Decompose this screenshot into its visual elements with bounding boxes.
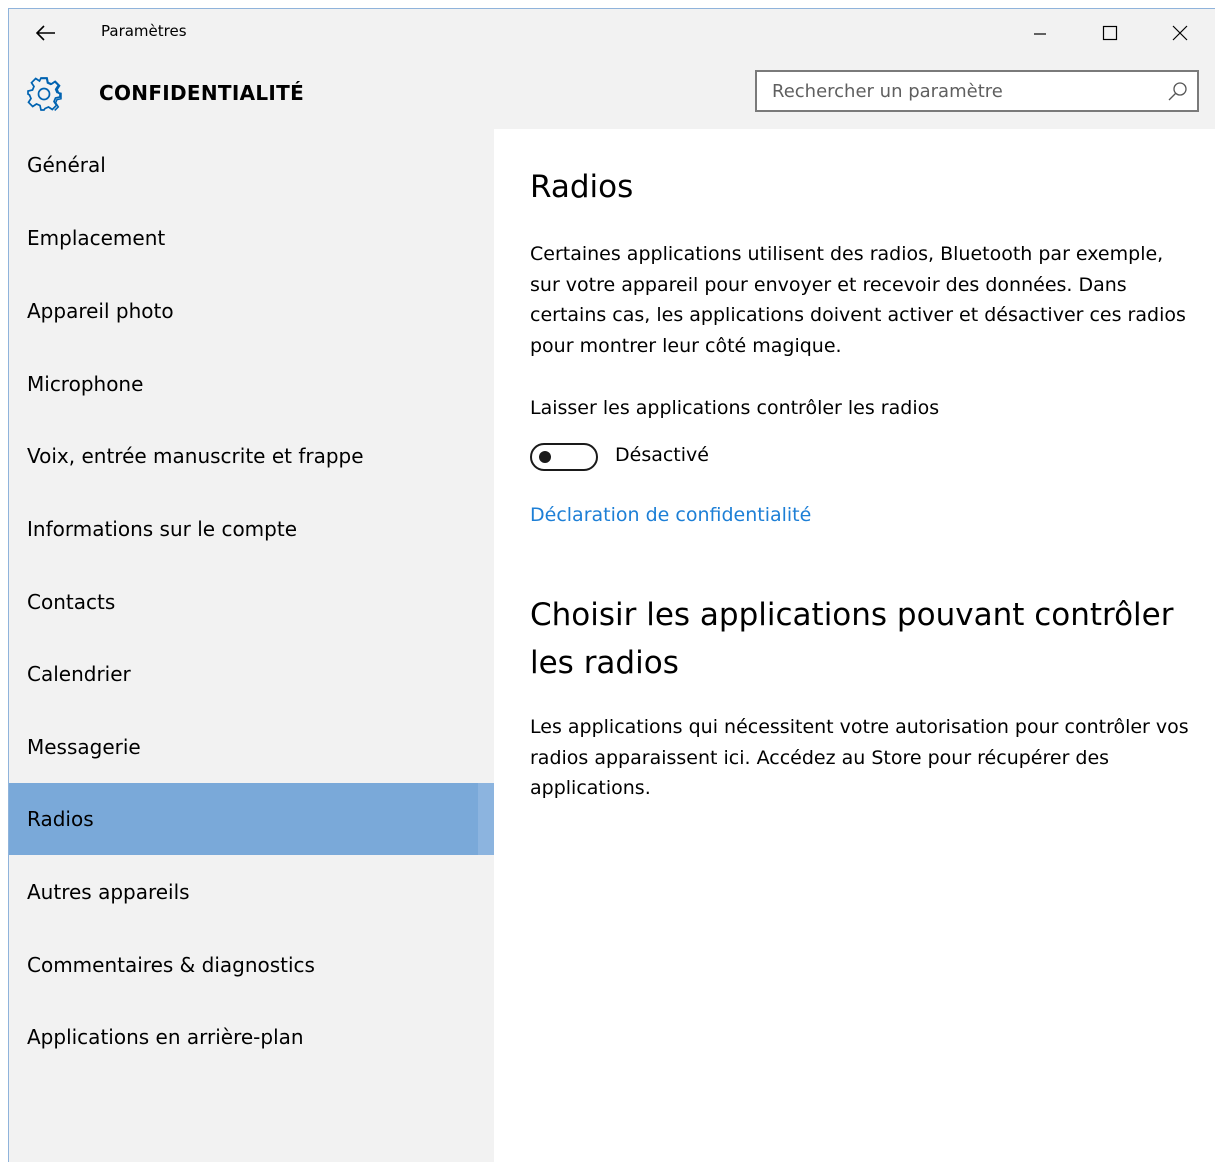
apps-heading: Choisir les applications pouvant contrôl… — [530, 597, 1174, 681]
radios-toggle[interactable] — [530, 443, 598, 471]
sidebar-item-microphone[interactable]: Microphone — [9, 348, 494, 420]
privacy-statement-link[interactable]: Déclaration de confidentialité — [530, 504, 811, 526]
sidebar-item-camera[interactable]: Appareil photo — [9, 275, 494, 347]
arrow-left-icon — [36, 25, 55, 41]
sidebar-item-label: Calendrier — [27, 662, 131, 686]
minimize-button[interactable] — [1005, 9, 1075, 57]
apps-description: Les applications qui nécessitent votre a… — [530, 716, 1189, 799]
window-title: Paramètres — [101, 22, 187, 40]
sidebar-item-label: Voix, entrée manuscrite et frappe — [27, 444, 364, 468]
search-box[interactable] — [755, 70, 1199, 112]
section-heading: Radios — [530, 169, 634, 205]
title-bar: Paramètres — [9, 9, 1215, 57]
minimize-icon — [1034, 33, 1046, 35]
toggle-label: Laisser les applications contrôler les r… — [530, 397, 940, 419]
sidebar-item-label: Général — [27, 153, 106, 177]
toggle-state-text: Désactivé — [615, 444, 709, 466]
sidebar-item-location[interactable]: Emplacement — [9, 202, 494, 274]
sidebar-item-label: Messagerie — [27, 735, 141, 759]
maximize-button[interactable] — [1075, 9, 1145, 57]
toggle-knob — [539, 451, 551, 463]
close-button[interactable] — [1145, 9, 1215, 57]
page-title: CONFIDENTIALITÉ — [99, 81, 305, 105]
sidebar-item-label: Microphone — [27, 372, 144, 396]
close-icon — [1172, 25, 1188, 41]
scrollbar-track — [478, 783, 494, 855]
section-description: Certaines applications utilisent des rad… — [530, 243, 1186, 357]
sidebar-item-label: Commentaires & diagnostics — [27, 953, 315, 977]
sidebar: Général Emplacement Appareil photo Micro… — [9, 129, 494, 1162]
sidebar-item-calendar[interactable]: Calendrier — [9, 638, 494, 710]
sidebar-item-label: Contacts — [27, 590, 116, 614]
sidebar-item-account-info[interactable]: Informations sur le compte — [9, 493, 494, 565]
sidebar-item-background-apps[interactable]: Applications en arrière-plan — [9, 1001, 494, 1073]
search-input[interactable] — [757, 72, 1157, 110]
sidebar-item-label: Emplacement — [27, 226, 166, 250]
sidebar-item-label: Autres appareils — [27, 880, 190, 904]
back-button[interactable] — [29, 17, 63, 49]
settings-window: Paramètres CONFIDENTIALITÉ Rechercher un… — [0, 0, 1215, 1162]
sidebar-item-radios[interactable]: Radios — [9, 783, 494, 855]
sidebar-item-general[interactable]: Général — [9, 129, 494, 201]
sidebar-item-label: Applications en arrière-plan — [27, 1025, 304, 1049]
sidebar-item-label: Informations sur le compte — [27, 517, 297, 541]
sidebar-item-messaging[interactable]: Messagerie — [9, 711, 494, 783]
sidebar-item-speech[interactable]: Voix, entrée manuscrite et frappe — [9, 420, 494, 492]
sidebar-item-contacts[interactable]: Contacts — [9, 566, 494, 638]
sidebar-item-other-devices[interactable]: Autres appareils — [9, 856, 494, 928]
sidebar-item-label: Radios — [27, 807, 94, 831]
maximize-icon — [1102, 25, 1118, 41]
sidebar-item-feedback[interactable]: Commentaires & diagnostics — [9, 929, 494, 1001]
gear-icon — [27, 77, 62, 111]
sidebar-item-label: Appareil photo — [27, 299, 174, 323]
search-icon[interactable] — [1167, 80, 1189, 102]
page-header: CONFIDENTIALITÉ — [9, 57, 1215, 129]
